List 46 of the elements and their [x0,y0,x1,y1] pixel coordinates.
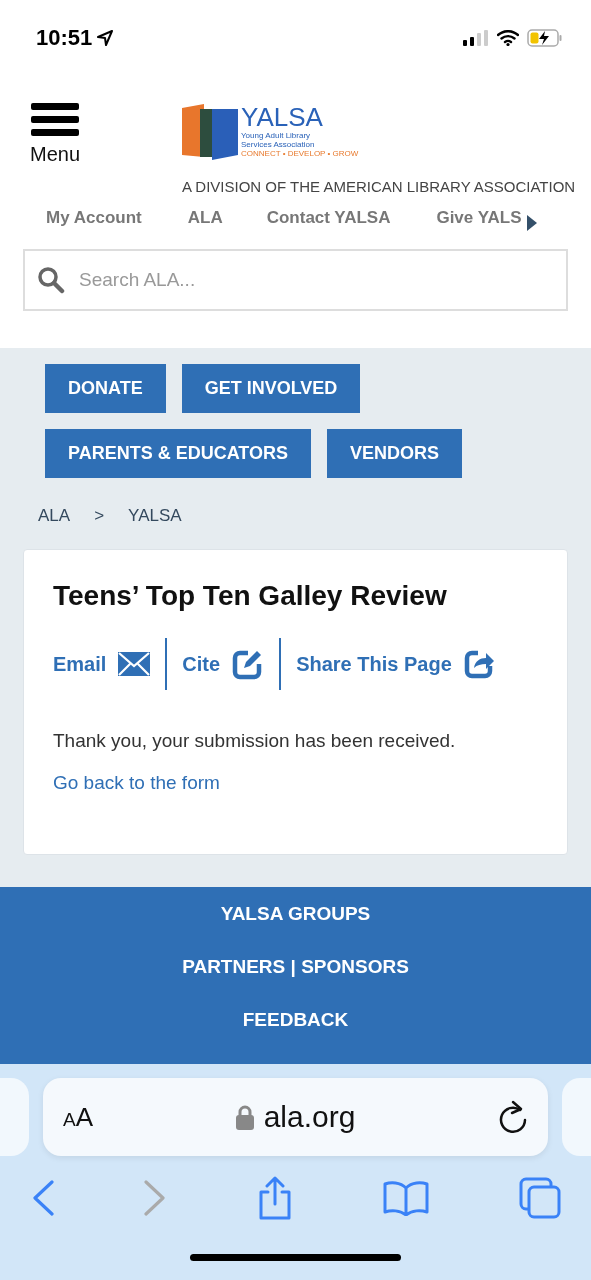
text-size-button[interactable]: AA [63,1101,123,1133]
nav-link[interactable]: Contact YALSA [266,208,391,228]
action-button[interactable]: DONATE [45,364,166,413]
nav-link[interactable]: My Account [46,208,142,228]
action-button[interactable]: GET INVOLVED [181,364,361,413]
confirmation-message: Thank you, your submission has been received. [53,730,457,752]
action-button[interactable]: VENDORS [327,429,463,478]
signal-icon [463,29,489,46]
menu-icon [31,103,79,137]
address-bar[interactable]: AA ala.org [43,1078,548,1156]
footer-link[interactable]: YALSA GROUPS [220,903,371,924]
breadcrumb-link[interactable]: ALA [38,506,71,526]
tool-link[interactable]: Share This Page [279,638,509,690]
lock-icon [235,1104,254,1130]
breadcrumb-link[interactable]: YALSA [128,506,182,526]
action-button[interactable]: PARENTS & EDUCATORS [45,429,312,478]
search-icon [37,266,65,294]
reload-icon[interactable] [498,1100,528,1134]
menu-button[interactable]: Menu [28,103,82,166]
breadcrumb-separator: > [94,506,105,526]
footer-link[interactable]: FEEDBACK [242,1009,349,1030]
logo-drawing [182,103,238,161]
back-link[interactable]: Go back to the form [53,772,220,794]
location-arrow-icon [96,28,115,47]
forward-icon[interactable] [144,1180,167,1216]
division-text: A DIVISION OF THE AMERICAN LIBRARY ASSOCIATION [182,178,577,195]
page-title: Teens’ Top Ten Galley Review [53,580,448,612]
nav-link[interactable]: ALA [187,208,223,228]
clock-time: 10:51 [36,24,93,51]
tool-link[interactable]: Email [53,638,166,690]
wifi-icon [497,29,519,46]
search-field[interactable]: Search ALA... [23,249,568,311]
battery-charging-icon [527,28,563,47]
logo-name: YALSA [241,103,324,131]
logo-tagline: CONNECT • DEVELOP • GROW [241,149,359,159]
url-text: ala.org [263,1100,356,1134]
scroll-right-icon[interactable] [527,215,538,231]
back-icon[interactable] [32,1180,54,1216]
share-icon [463,649,494,679]
tool-link[interactable]: Cite [165,638,280,690]
footer-link[interactable]: PARTNERS | SPONSORS [182,956,409,977]
logo-subtitle: Young Adult Library Services Association [241,131,316,149]
envelope-icon [118,652,151,676]
tabs-icon[interactable] [519,1177,561,1219]
nav-link[interactable]: Give YALS [436,208,522,228]
book-icon[interactable] [382,1180,429,1216]
